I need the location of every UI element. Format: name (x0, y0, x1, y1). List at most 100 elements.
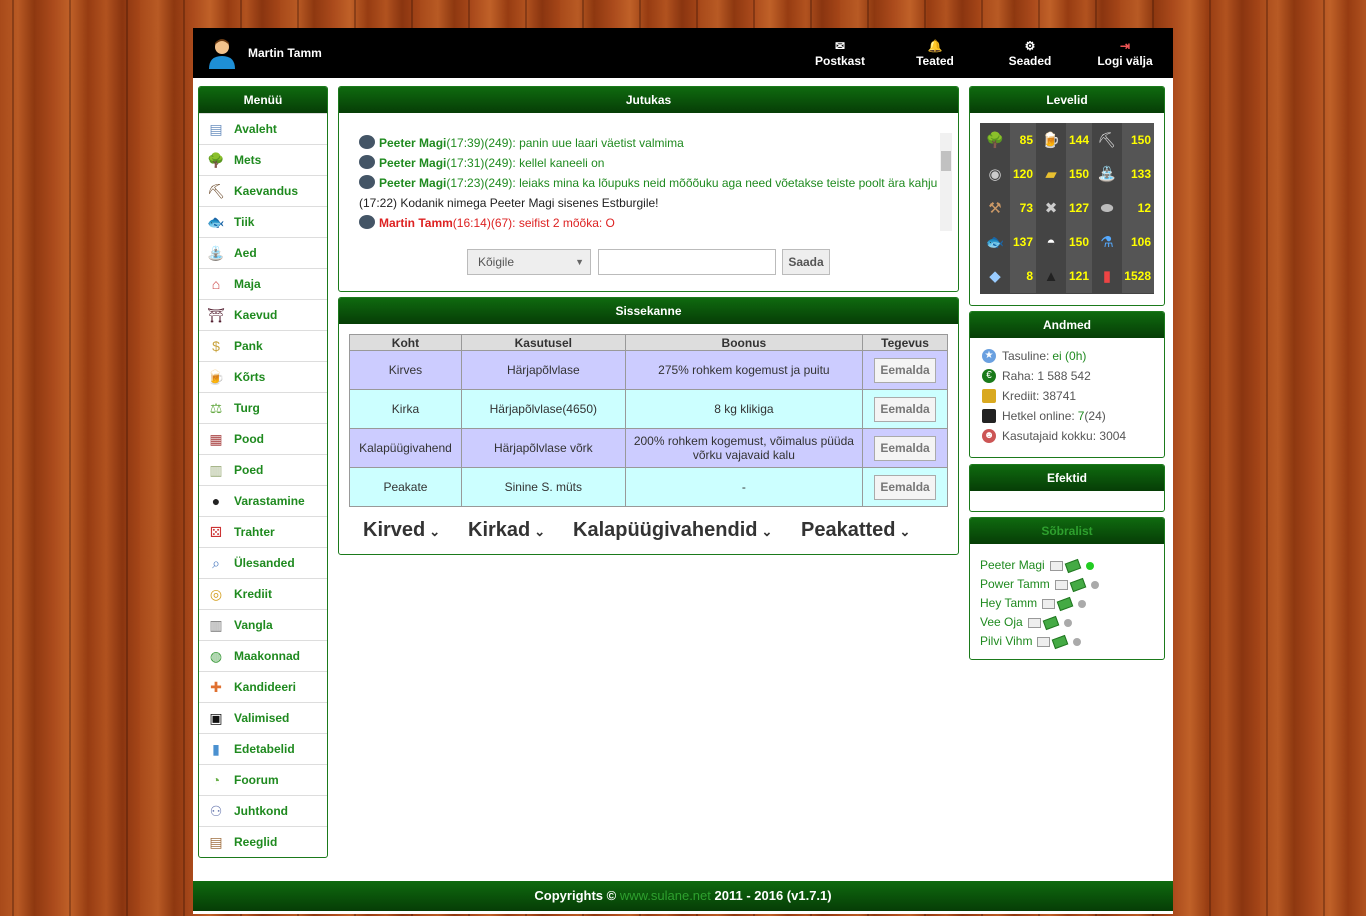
sidebar-item-krediit[interactable]: ◎ Krediit (199, 578, 327, 609)
nav-teated[interactable]: 🔔 Teated (895, 38, 975, 68)
remove-button[interactable]: Eemalda (874, 357, 937, 383)
chevron-down-icon: ⌄ (761, 524, 773, 539)
category-kalapuugivahendid[interactable]: Kalapüügivahendid ⌄ (573, 519, 772, 542)
sidebar-item-avaleht[interactable]: ▤ Avaleht (199, 113, 327, 144)
thief-icon: ● (211, 493, 221, 509)
friends-list: Peeter Magi Power Tamm Hey Tamm Vee Oja Pilv… (970, 544, 1164, 651)
chat-panel: Jutukas Peeter Magi(17:39)(249): panin u… (338, 86, 959, 292)
effects-panel: Efektid (969, 464, 1165, 512)
data-users: ☻ Kasutajaid kokku: 3004 (970, 426, 1164, 446)
category-kirved[interactable]: Kirved ⌄ (363, 519, 440, 542)
chat-author[interactable]: Martin Tamm (379, 216, 453, 230)
money-icon[interactable] (1064, 558, 1081, 573)
sidebar-item-kandideeri[interactable]: ✚ Kandideeri (199, 671, 327, 702)
scrollbar-thumb[interactable] (941, 151, 951, 171)
sidebar-item-juhtkond[interactable]: ⚇ Juhtkond (199, 795, 327, 826)
money-icon[interactable] (1056, 596, 1074, 611)
sidebar-item-valimised[interactable]: ▣ Valimised (199, 702, 327, 733)
cell-item: Härjapõlvlase (460, 350, 626, 390)
chat-target-select[interactable]: Kõigile ▼ (467, 249, 591, 275)
chat-scrollbar[interactable] (940, 133, 952, 231)
coins-icon (982, 389, 996, 403)
sidebar-item-trahter[interactable]: ⚄ Trahter (199, 516, 327, 547)
sidebar-item-kaevandus[interactable]: ⛏ Kaevandus (199, 175, 327, 206)
sidebar-item-reeglid[interactable]: ▤ Reeglid (199, 826, 327, 857)
chevron-down-icon: ⌄ (429, 524, 441, 539)
sidebar-item-maakonnad[interactable]: ◍ Maakonnad (199, 640, 327, 671)
category-label: Kalapüügivahendid (573, 519, 758, 541)
money-icon[interactable] (1042, 615, 1059, 630)
sidebar-item-pood[interactable]: ▦ Pood (199, 423, 327, 454)
chat-author[interactable]: Peeter Magi (379, 156, 446, 170)
chat-message: Peeter Magi(17:39)(249): panin uue laari… (359, 133, 957, 153)
sidebar-item-label: Valimised (234, 711, 290, 725)
level-value: 150 (1122, 123, 1154, 157)
table-row: Kirka Härjapõlvlase(4650) 8 kg klikiga Eema… (349, 389, 948, 429)
sidebar-item-vangla[interactable]: ▥ Vangla (199, 609, 327, 640)
raha-value: Raha: 1 588 542 (1002, 369, 1091, 383)
sidebar-item-foorum[interactable]: ◔ Foorum (199, 764, 327, 795)
category-peakatted[interactable]: Peakatted ⌄ (801, 519, 910, 542)
sidebar-item-ülesanded[interactable]: ⌕ Ülesanded (199, 547, 327, 578)
chat-author[interactable]: Peeter Magi (379, 136, 446, 150)
chat-message: Peeter Magi(17:31)(249): kellel kaneeli … (359, 153, 957, 173)
watering-can-icon: ⛲ (1097, 166, 1117, 183)
friend-name[interactable]: Vee Oja (980, 613, 1023, 632)
sidebar-item-label: Avaleht (234, 122, 277, 136)
money-icon[interactable] (1052, 634, 1069, 649)
sidebar-item-kaevud[interactable]: ⛩ Kaevud (199, 299, 327, 330)
footer-site-link[interactable]: www.sulane.net (620, 888, 711, 903)
remove-button[interactable]: Eemalda (874, 396, 937, 422)
sidebar-item-tiik[interactable]: 🐟 Tiik (199, 206, 327, 237)
data-title: Andmed (970, 312, 1164, 338)
envelope-icon[interactable] (1027, 617, 1041, 628)
menu-title: Menüü (199, 87, 327, 113)
envelope-icon[interactable] (1054, 579, 1068, 590)
send-button[interactable]: Saada (782, 249, 830, 275)
sidebar-item-aed[interactable]: ⛲ Aed (199, 237, 327, 268)
sidebar-item-maja[interactable]: ⌂ Maja (199, 268, 327, 299)
news-icon: ▤ (209, 120, 223, 137)
friend-name[interactable]: Power Tamm (980, 575, 1050, 594)
user-avatar-icon (209, 39, 235, 69)
chat-input[interactable] (598, 249, 776, 275)
online-value[interactable]: 7 (1078, 406, 1085, 426)
cell-bonus: 200% rohkem kogemust, võimalus püüda võr… (624, 428, 864, 468)
money-icon[interactable] (1069, 577, 1087, 592)
friend-name[interactable]: Peeter Magi (980, 556, 1045, 575)
friend-item: Vee Oja (970, 613, 1164, 632)
tasuline-value[interactable]: ei (0h) (1052, 346, 1086, 366)
sidebar-item-turg[interactable]: ⚖ Turg (199, 392, 327, 423)
chat-text: Kodanik nimega Peeter Magi sisenes Estbu… (400, 196, 659, 210)
friend-name[interactable]: Pilvi Vihm (980, 632, 1032, 651)
sidebar-item-label: Foorum (234, 773, 279, 787)
category-kirkad[interactable]: Kirkad ⌄ (468, 519, 545, 542)
level-value: 1528 (1122, 259, 1154, 293)
remove-button[interactable]: Eemalda (874, 474, 937, 500)
sidebar-item-varastamine[interactable]: ● Varastamine (199, 485, 327, 516)
sidebar-item-poed[interactable]: ▥ Poed (199, 454, 327, 485)
username: Martin Tamm (248, 46, 322, 60)
sidebar-item-label: Kaevandus (234, 184, 299, 198)
sidebar-item-edetabelid[interactable]: ▮ Edetabelid (199, 733, 327, 764)
market-icon: ⚖ (209, 399, 223, 416)
envelope-icon[interactable] (1037, 636, 1051, 647)
wood-grain-line (126, 0, 128, 916)
table-row: Peakate Sinine S. müts - Eemalda (349, 467, 948, 507)
offline-status-icon (1090, 580, 1099, 589)
nav-logout[interactable]: ⇥ Logi välja (1085, 38, 1165, 68)
envelope-icon[interactable] (1049, 560, 1063, 571)
nav-seaded[interactable]: ⚙ Seaded (990, 38, 1070, 68)
remove-button[interactable]: Eemalda (874, 435, 937, 461)
level-value: 85 (1010, 123, 1036, 157)
nav-postkast[interactable]: ✉ Postkast (800, 38, 880, 68)
friend-name[interactable]: Hey Tamm (980, 594, 1037, 613)
chef-hat-icon: ◓ (1046, 233, 1056, 251)
envelope-icon[interactable] (1042, 598, 1056, 609)
chat-meta: (17:31)(249): (446, 156, 520, 170)
sidebar-item-kõrts[interactable]: 🍺 Kõrts (199, 361, 327, 392)
friends-title: Sõbralist (970, 518, 1164, 544)
sidebar-item-pank[interactable]: $ Pank (199, 330, 327, 361)
chat-author[interactable]: Peeter Magi (379, 176, 446, 190)
sidebar-item-mets[interactable]: 🌳 Mets (199, 144, 327, 175)
